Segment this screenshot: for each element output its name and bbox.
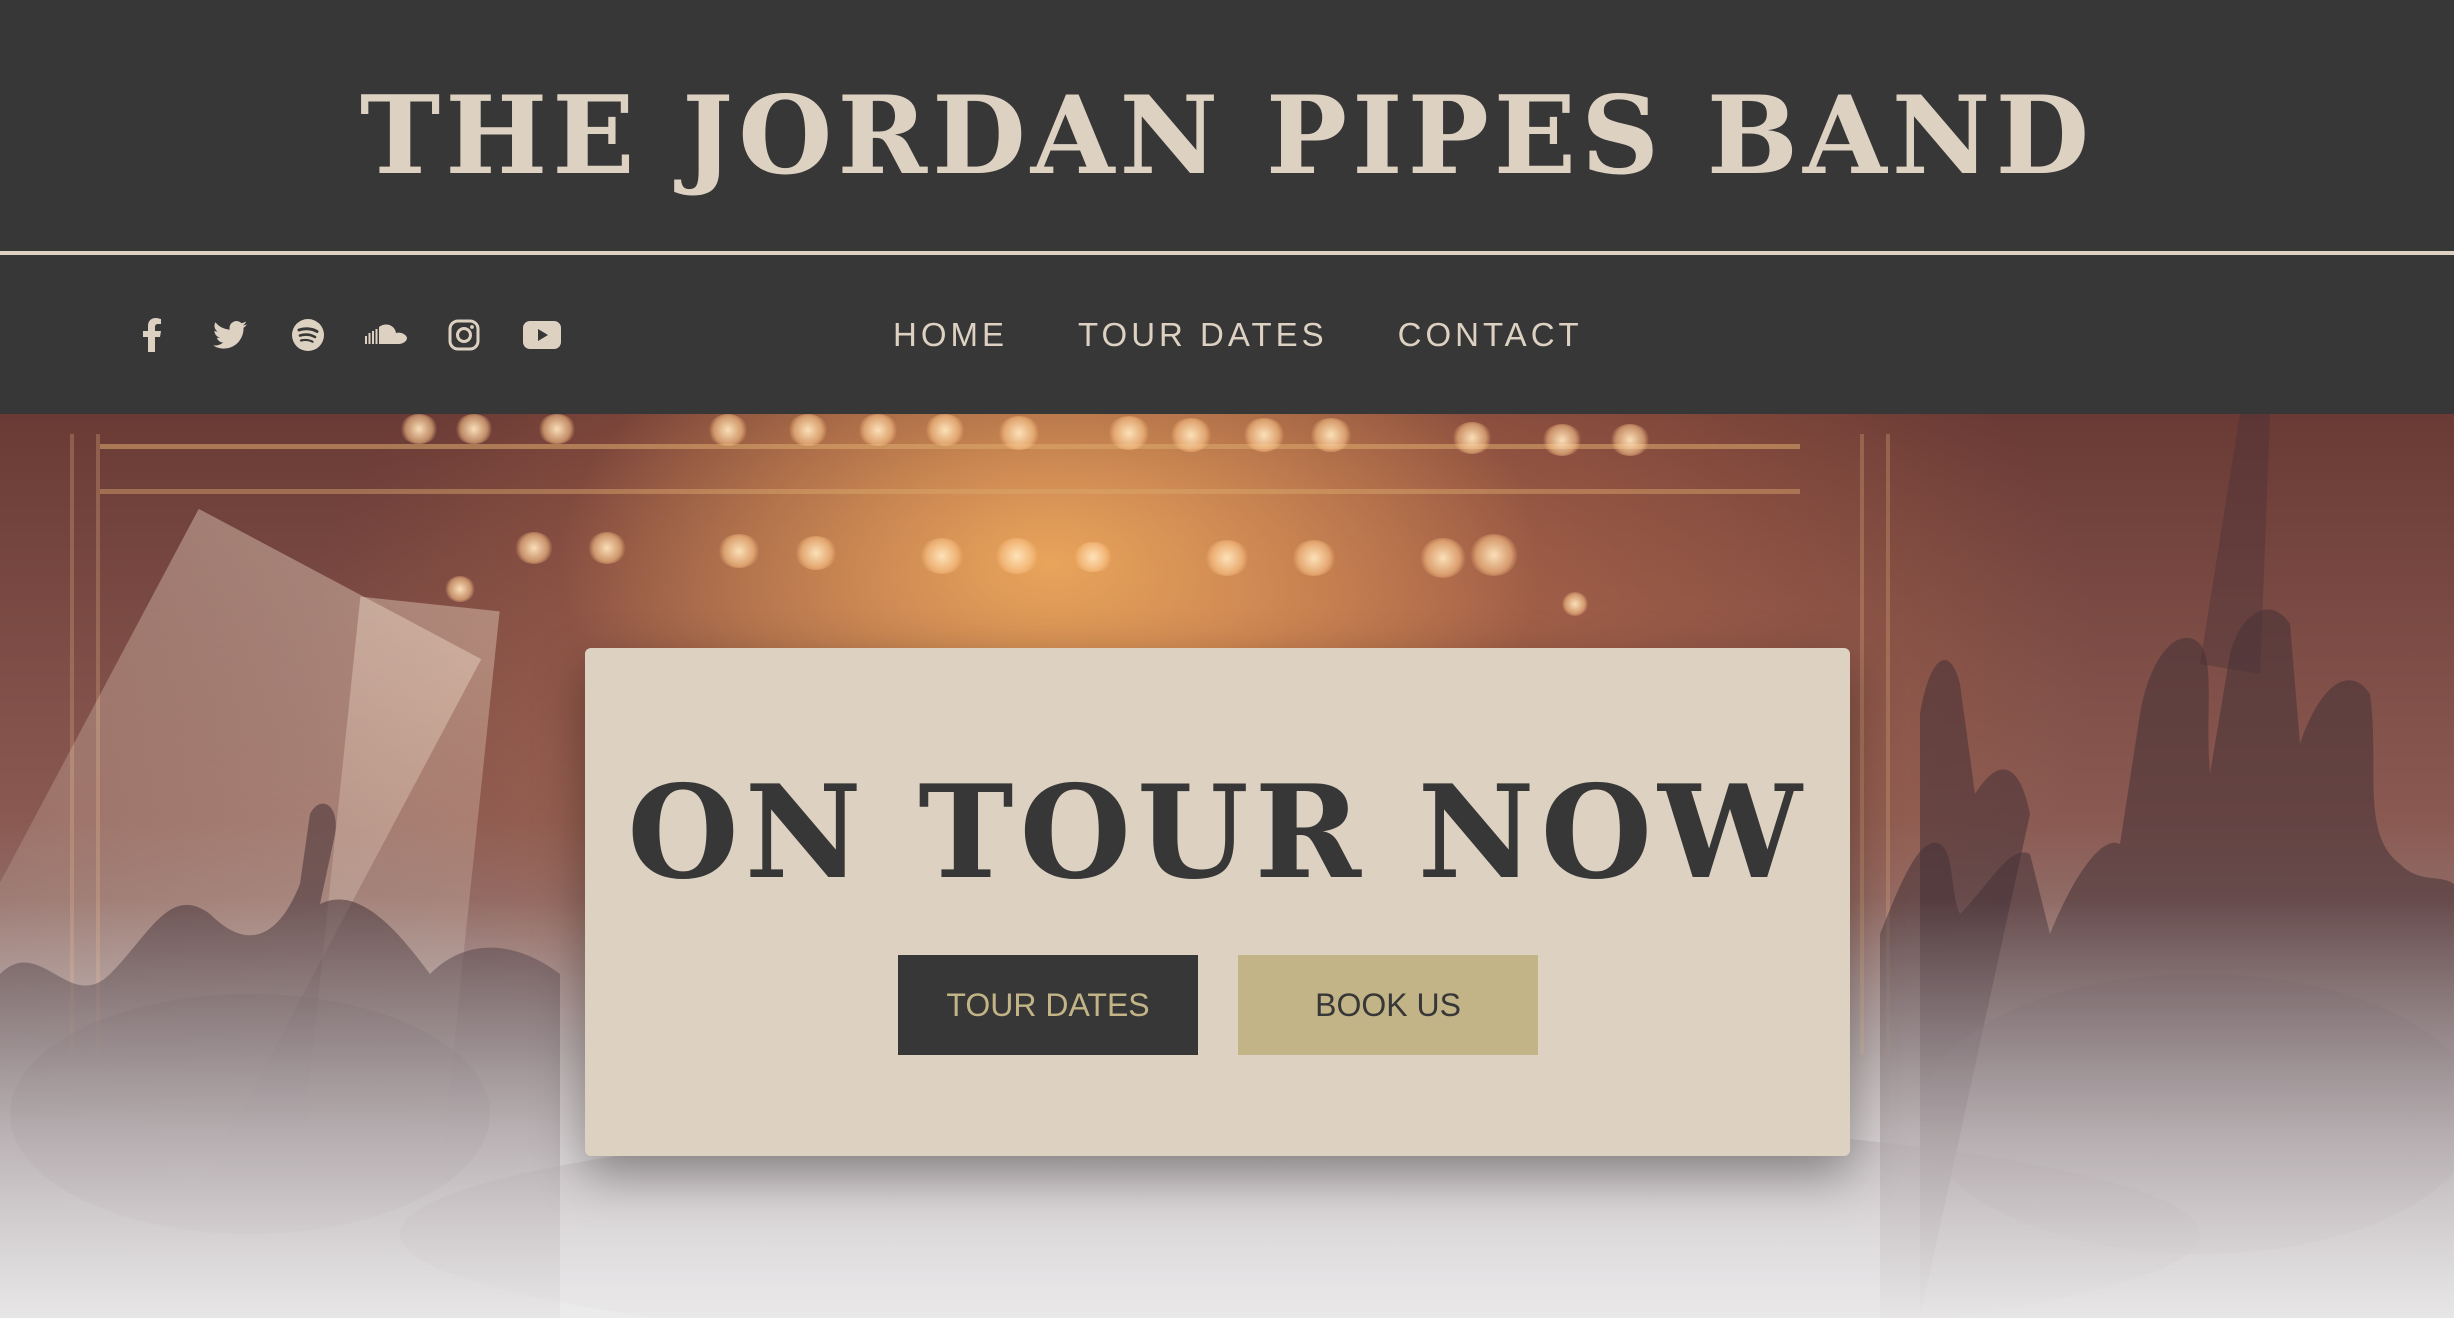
hero-card: ON TOUR NOW TOUR DATES BOOK US	[585, 648, 1850, 1156]
hero-heading: ON TOUR NOW	[627, 758, 1808, 908]
facebook-icon[interactable]	[128, 311, 176, 359]
page: THE JORDAN PIPES BAND HOME TOUR DATES CO…	[0, 0, 2454, 1318]
site-title[interactable]: THE JORDAN PIPES BAND	[0, 66, 2454, 206]
soundcloud-icon[interactable]	[362, 311, 410, 359]
site-header: THE JORDAN PIPES BAND	[0, 0, 2454, 253]
youtube-icon[interactable]	[518, 311, 566, 359]
nav-home[interactable]: HOME	[893, 316, 1008, 354]
spotify-icon[interactable]	[284, 311, 332, 359]
nav-contact[interactable]: CONTACT	[1398, 316, 1583, 354]
book-us-button[interactable]: BOOK US	[1238, 955, 1538, 1055]
tour-dates-button[interactable]: TOUR DATES	[898, 955, 1198, 1055]
instagram-icon[interactable]	[440, 311, 488, 359]
nav-tour-dates[interactable]: TOUR DATES	[1078, 316, 1328, 354]
main-nav: HOME TOUR DATES CONTACT	[893, 311, 1653, 359]
twitter-icon[interactable]	[206, 311, 254, 359]
nav-bar: HOME TOUR DATES CONTACT	[0, 255, 2454, 414]
social-links	[128, 311, 596, 359]
